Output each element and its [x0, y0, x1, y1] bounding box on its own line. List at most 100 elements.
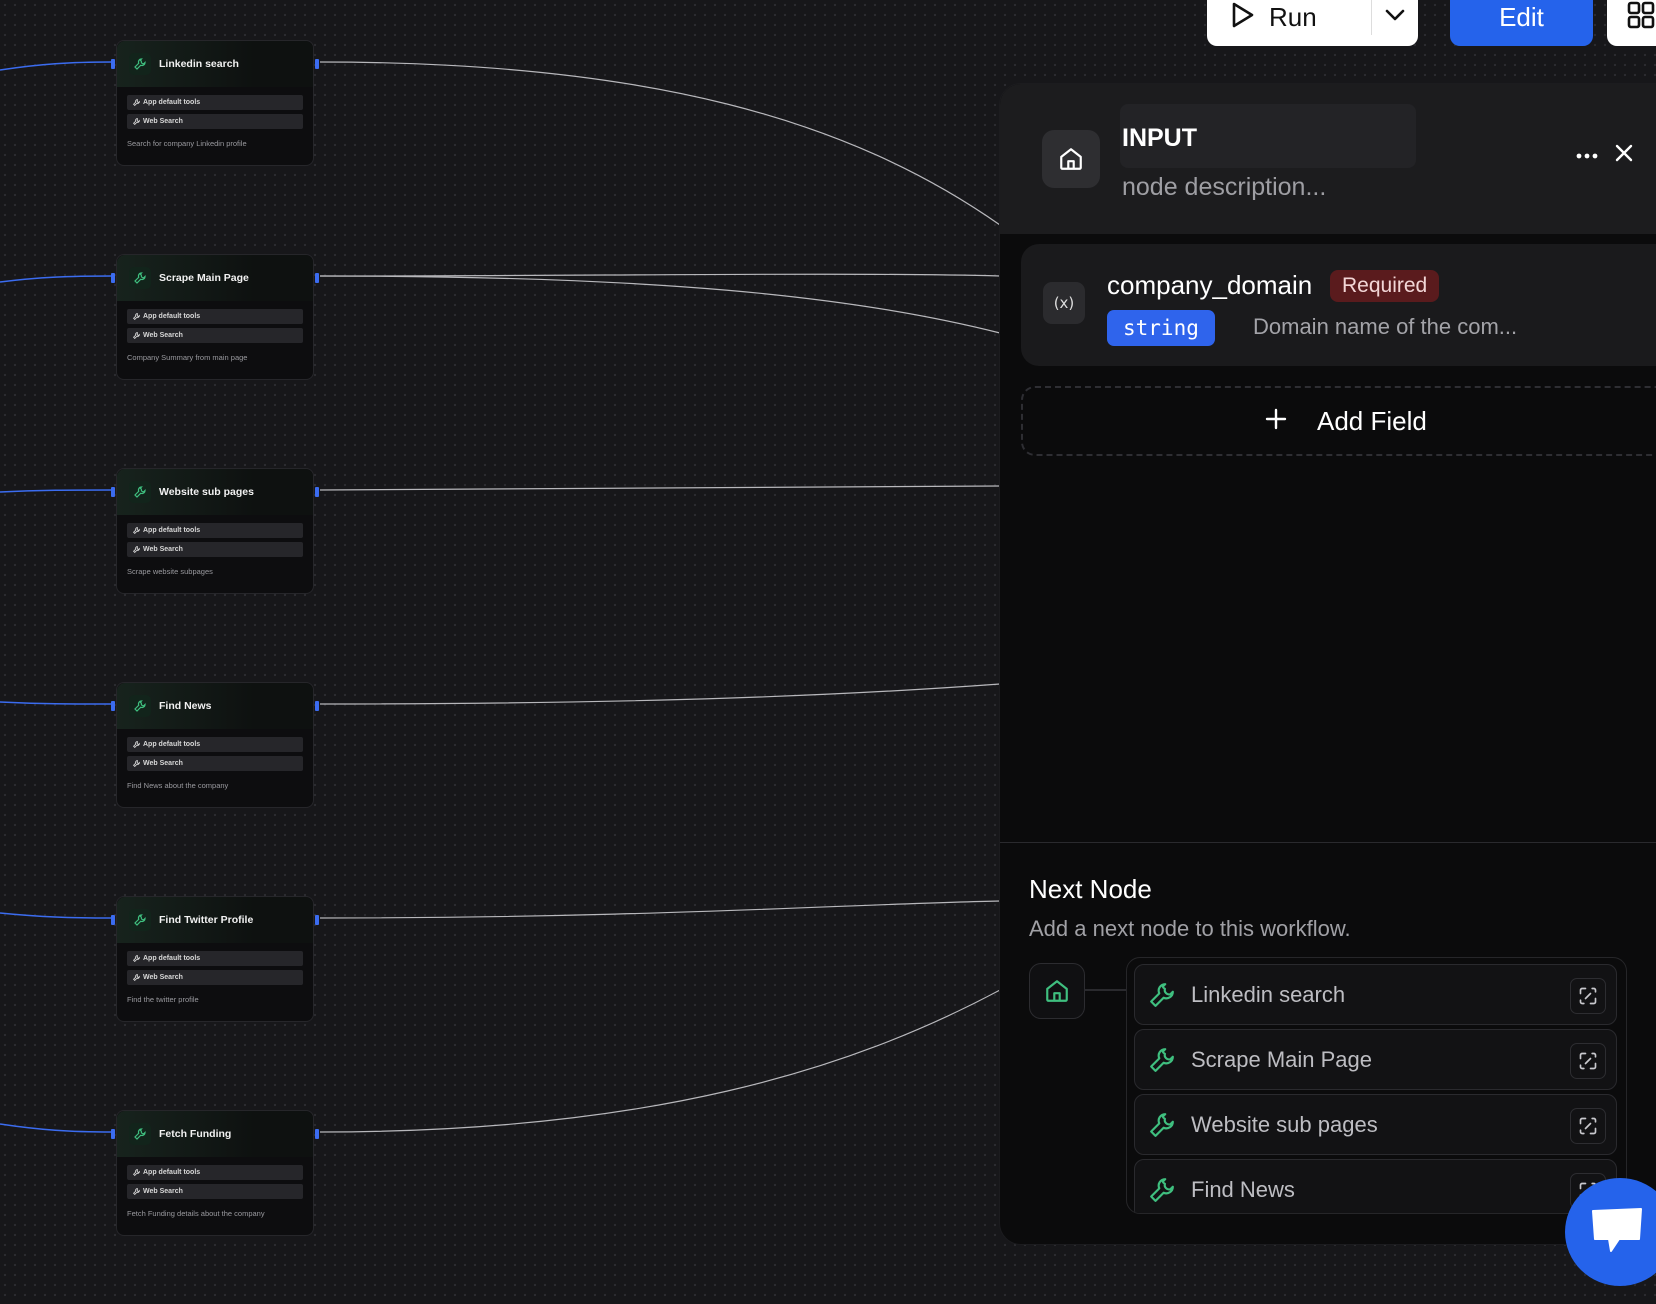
divider	[1000, 842, 1656, 843]
workflow-node[interactable]: Linkedin search App default tools Web Se…	[111, 40, 319, 166]
tool-chip: App default tools	[127, 523, 303, 538]
wrench-icon	[129, 695, 151, 717]
incoming-edge	[0, 275, 113, 283]
unlink-icon[interactable]	[1570, 1108, 1606, 1144]
chat-icon	[1589, 1205, 1645, 1260]
play-icon	[1231, 2, 1255, 33]
tool-chip: Web Search	[127, 756, 303, 771]
workflow-node[interactable]: Website sub pages App default tools Web …	[111, 468, 319, 594]
more-icon[interactable]	[1576, 146, 1598, 164]
field-description: Domain name of the com...	[1253, 314, 1518, 339]
add-field-label: Add Field	[1317, 405, 1427, 436]
tool-chip: App default tools	[127, 1165, 303, 1180]
tool-chip: App default tools	[127, 95, 303, 110]
wrench-icon	[1149, 1177, 1175, 1203]
edit-button[interactable]: Edit	[1450, 0, 1593, 46]
grid-view-button[interactable]	[1607, 0, 1656, 46]
node-description: Find the twitter profile	[127, 995, 199, 1004]
output-port[interactable]	[315, 701, 319, 711]
type-badge: string	[1107, 310, 1215, 346]
tool-chip: App default tools	[127, 737, 303, 752]
wrench-icon	[129, 1123, 151, 1145]
input-port[interactable]	[111, 701, 115, 711]
node-title-input[interactable]: INPUT	[1122, 124, 1197, 153]
outgoing-edge	[319, 61, 1001, 226]
node-description: Company Summary from main page	[127, 353, 248, 362]
node-title: Fetch Funding	[159, 1128, 232, 1140]
workflow-node[interactable]: Fetch Funding App default tools Web Sear…	[111, 1110, 319, 1236]
output-port[interactable]	[315, 487, 319, 497]
wrench-icon	[129, 53, 151, 75]
incoming-edge	[0, 61, 113, 71]
tool-chip: Web Search	[127, 1184, 303, 1199]
outgoing-edge	[319, 485, 1001, 491]
tool-chip: Web Search	[127, 114, 303, 129]
next-node-item[interactable]: Website sub pages	[1134, 1094, 1617, 1155]
node-description: Fetch Funding details about the company	[127, 1209, 265, 1218]
input-field-card[interactable]: (x) company_domain Required string Domai…	[1021, 244, 1656, 366]
unlink-icon[interactable]	[1570, 1043, 1606, 1079]
next-node-label: Find News	[1191, 1176, 1295, 1202]
node-title: Website sub pages	[159, 486, 254, 498]
outgoing-edge	[319, 275, 1001, 334]
run-label: Run	[1269, 1, 1317, 32]
connector-line	[1084, 989, 1126, 991]
node-title: Find News	[159, 700, 212, 712]
next-node-label: Linkedin search	[1191, 981, 1346, 1007]
tool-chip: App default tools	[127, 309, 303, 324]
node-settings-panel: INPUT node description... (x) company_do…	[999, 83, 1656, 1245]
tool-chip: Web Search	[127, 328, 303, 343]
outgoing-edge	[319, 989, 1001, 1133]
workflow-node[interactable]: Find News App default tools Web Search F…	[111, 682, 319, 808]
node-title: Linkedin search	[159, 58, 239, 70]
next-node-item[interactable]: Find News	[1134, 1159, 1617, 1213]
input-port[interactable]	[111, 915, 115, 925]
add-field-button[interactable]: Add Field	[1021, 386, 1656, 456]
home-icon	[1042, 130, 1100, 188]
chevron-down-icon	[1385, 8, 1405, 26]
wrench-icon	[1149, 982, 1175, 1008]
input-port[interactable]	[111, 487, 115, 497]
output-port[interactable]	[315, 1129, 319, 1139]
wrench-icon	[129, 481, 151, 503]
required-badge: Required	[1330, 270, 1440, 302]
workflow-node[interactable]: Find Twitter Profile App default tools W…	[111, 896, 319, 1022]
input-port[interactable]	[111, 1129, 115, 1139]
wrench-icon	[1149, 1112, 1175, 1138]
next-node-item[interactable]: Scrape Main Page	[1134, 1029, 1617, 1090]
incoming-edge	[0, 489, 113, 493]
workflow-node[interactable]: Scrape Main Page App default tools Web S…	[111, 254, 319, 380]
run-options-button[interactable]	[1372, 0, 1418, 46]
field-name: company_domain	[1107, 270, 1313, 300]
input-port[interactable]	[111, 273, 115, 283]
output-port[interactable]	[315, 273, 319, 283]
output-port[interactable]	[315, 59, 319, 69]
incoming-edge	[0, 701, 113, 705]
incoming-edge	[0, 1123, 113, 1133]
output-port[interactable]	[315, 915, 319, 925]
next-node-subtitle: Add a next node to this workflow.	[1029, 916, 1351, 941]
node-description: Search for company Linkedin profile	[127, 139, 247, 148]
incoming-edge	[0, 912, 113, 919]
node-description: Scrape website subpages	[127, 567, 213, 576]
tool-chip: App default tools	[127, 951, 303, 966]
next-node-label: Scrape Main Page	[1191, 1046, 1372, 1072]
next-node-item[interactable]: Linkedin search	[1134, 964, 1617, 1025]
node-title: Scrape Main Page	[159, 272, 249, 284]
home-icon	[1029, 963, 1085, 1019]
grid-icon	[1627, 1, 1655, 34]
run-button[interactable]: Run	[1207, 0, 1371, 46]
close-icon[interactable]	[1615, 144, 1633, 167]
wrench-icon	[1149, 1047, 1175, 1073]
outgoing-edge	[319, 273, 1001, 277]
tool-chip: Web Search	[127, 970, 303, 985]
next-node-title: Next Node	[1029, 874, 1152, 904]
run-button-group: Run	[1207, 0, 1418, 46]
input-port[interactable]	[111, 59, 115, 69]
tool-chip: Web Search	[127, 542, 303, 557]
node-description-input[interactable]: node description...	[1122, 173, 1326, 202]
wrench-icon	[129, 267, 151, 289]
panel-header: INPUT node description...	[1000, 84, 1656, 234]
unlink-icon[interactable]	[1570, 978, 1606, 1014]
outgoing-edge	[319, 900, 1001, 919]
